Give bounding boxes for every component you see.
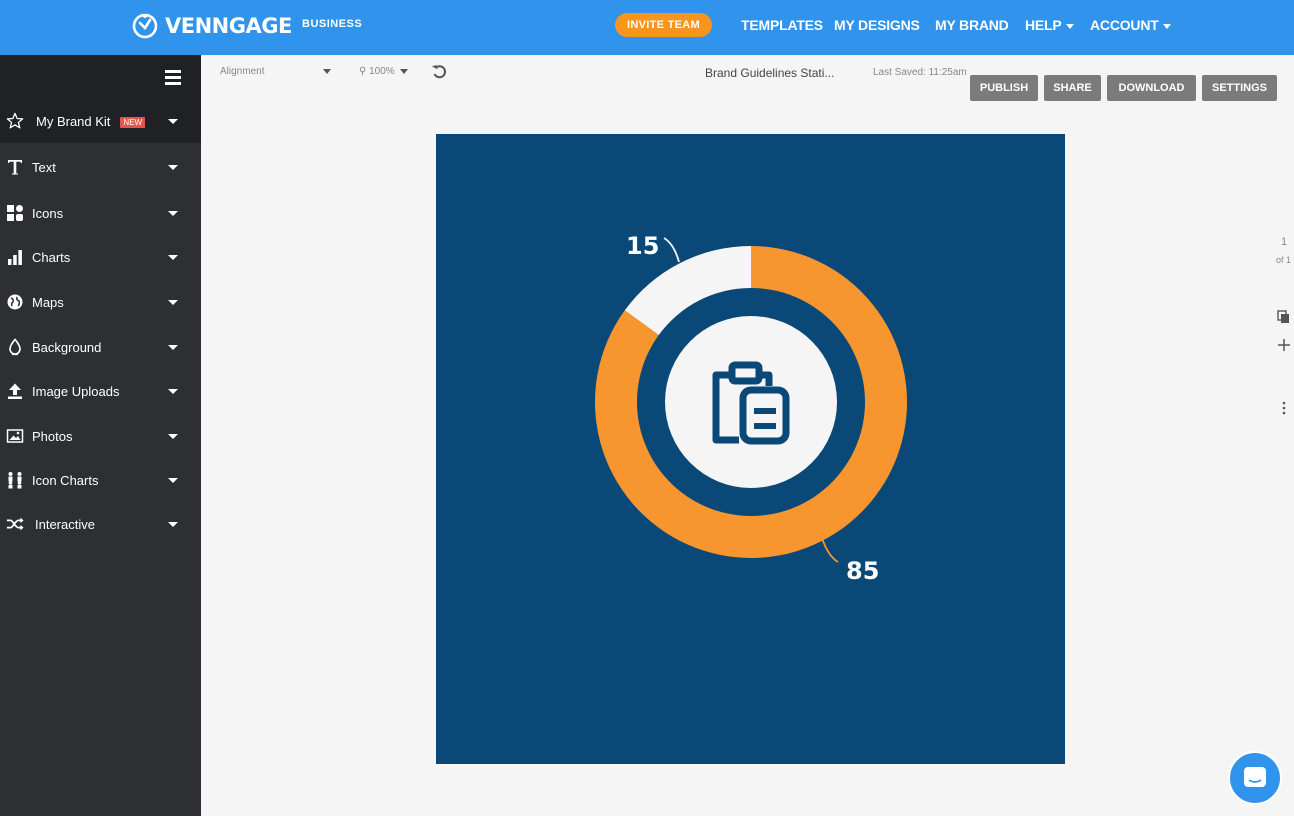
chevron-down-icon xyxy=(168,344,178,350)
sidebar-item-photos[interactable]: Photos xyxy=(0,414,201,458)
logo-icon xyxy=(132,13,158,39)
image-icon xyxy=(6,427,24,445)
sidebar-item-label: My Brand Kit NEW xyxy=(36,113,146,129)
sidebar-item-label-text: My Brand Kit xyxy=(36,113,111,129)
chevron-down-icon xyxy=(168,433,178,439)
sidebar-item-label: Icon Charts xyxy=(32,472,99,488)
zoom-icon: ⚲ xyxy=(359,66,367,77)
sidebar-item-label: Icons xyxy=(32,205,64,221)
upload-icon xyxy=(6,382,24,400)
new-badge: NEW xyxy=(120,116,146,128)
sidebar-item-interactive[interactable]: Interactive xyxy=(0,502,201,546)
shapes-icon xyxy=(6,204,24,222)
sidebar-item-icons[interactable]: Icons xyxy=(0,191,201,235)
share-button[interactable]: SHARE xyxy=(1044,75,1101,101)
page-count: of 1 xyxy=(1276,255,1292,265)
chat-support-button[interactable] xyxy=(1228,751,1282,805)
top-bar: VENNGAGE BUSINESS INVITE TEAM TEMPLATES … xyxy=(0,0,1294,55)
donut-chart[interactable] xyxy=(436,134,1065,764)
menu-icon[interactable] xyxy=(165,70,181,85)
bucket-icon xyxy=(6,338,24,356)
page-number: 1 xyxy=(1281,236,1288,248)
sidebar-item-label: Image Uploads xyxy=(32,383,120,399)
chevron-down-icon xyxy=(323,69,332,74)
sidebar: My Brand Kit NEW Text Icons Charts Maps xyxy=(0,55,201,816)
zoom-value: 100% xyxy=(369,66,395,77)
sidebar-item-label: Interactive xyxy=(35,516,95,532)
duplicate-page-icon[interactable] xyxy=(1277,310,1291,324)
more-options-icon[interactable] xyxy=(1277,401,1291,415)
brand-name: VENNGAGE xyxy=(165,14,292,38)
chevron-down-icon xyxy=(168,299,178,305)
undo-icon[interactable] xyxy=(431,63,448,85)
nav-my-designs[interactable]: MY DESIGNS xyxy=(834,17,920,33)
alignment-select[interactable]: Alignment xyxy=(220,66,332,77)
chevron-down-icon xyxy=(168,254,178,260)
data-label-85: 85 xyxy=(846,557,880,585)
leader-line-85 xyxy=(821,537,839,563)
chevron-down-icon xyxy=(168,164,178,170)
sidebar-item-label: Background xyxy=(32,339,102,355)
nav-my-brand[interactable]: MY BRAND xyxy=(935,17,1009,33)
chat-icon xyxy=(1244,767,1266,787)
shuffle-icon xyxy=(6,515,24,533)
venngage-logo[interactable]: VENNGAGE xyxy=(131,12,292,40)
invite-team-button[interactable]: INVITE TEAM xyxy=(615,13,712,37)
sidebar-item-maps[interactable]: Maps xyxy=(0,280,201,324)
settings-button[interactable]: SETTINGS xyxy=(1202,75,1277,101)
leader-line-15 xyxy=(663,237,680,263)
plan-label: BUSINESS xyxy=(302,18,363,30)
zoom-select[interactable]: ⚲ 100% xyxy=(359,66,409,77)
design-canvas[interactable]: 15 85 xyxy=(436,134,1065,764)
chevron-down-icon xyxy=(168,477,178,483)
download-button[interactable]: DOWNLOAD xyxy=(1107,75,1196,101)
add-page-icon[interactable] xyxy=(1277,338,1291,352)
chevron-down-icon xyxy=(1162,23,1171,29)
document-title[interactable]: Brand Guidelines Stati... xyxy=(705,66,834,80)
sidebar-item-icon-charts[interactable]: Icon Charts xyxy=(0,458,201,502)
sidebar-item-label: Photos xyxy=(32,428,73,444)
globe-icon xyxy=(6,293,24,311)
sidebar-item-charts[interactable]: Charts xyxy=(0,235,201,279)
sidebar-item-image-uploads[interactable]: Image Uploads xyxy=(0,369,201,413)
sidebar-item-label: Text xyxy=(32,159,56,175)
chevron-down-icon xyxy=(1065,23,1074,29)
chevron-down-icon xyxy=(168,521,178,527)
last-saved-status: Last Saved: 11:25am xyxy=(873,67,967,78)
sidebar-item-background[interactable]: Background xyxy=(0,325,201,369)
nav-help-label: HELP xyxy=(1025,17,1062,33)
text-icon xyxy=(6,158,24,176)
people-icon xyxy=(6,471,24,489)
bar-chart-icon xyxy=(6,248,24,266)
chevron-down-icon xyxy=(168,388,178,394)
chevron-down-icon xyxy=(400,69,409,74)
publish-button[interactable]: PUBLISH xyxy=(970,75,1038,101)
sidebar-item-my-brand-kit[interactable]: My Brand Kit NEW xyxy=(0,99,201,143)
alignment-label: Alignment xyxy=(220,66,265,77)
sidebar-item-label: Charts xyxy=(32,249,71,265)
data-label-15: 15 xyxy=(626,232,660,260)
chevron-down-icon xyxy=(168,118,178,124)
nav-account-label: ACCOUNT xyxy=(1090,17,1159,33)
sidebar-item-text[interactable]: Text xyxy=(0,145,201,189)
nav-templates[interactable]: TEMPLATES xyxy=(741,17,823,33)
star-icon xyxy=(6,112,24,130)
nav-account[interactable]: ACCOUNT xyxy=(1090,17,1171,33)
sidebar-item-label: Maps xyxy=(32,294,64,310)
chevron-down-icon xyxy=(168,210,178,216)
nav-help[interactable]: HELP xyxy=(1025,17,1074,33)
sidebar-header xyxy=(0,55,201,99)
